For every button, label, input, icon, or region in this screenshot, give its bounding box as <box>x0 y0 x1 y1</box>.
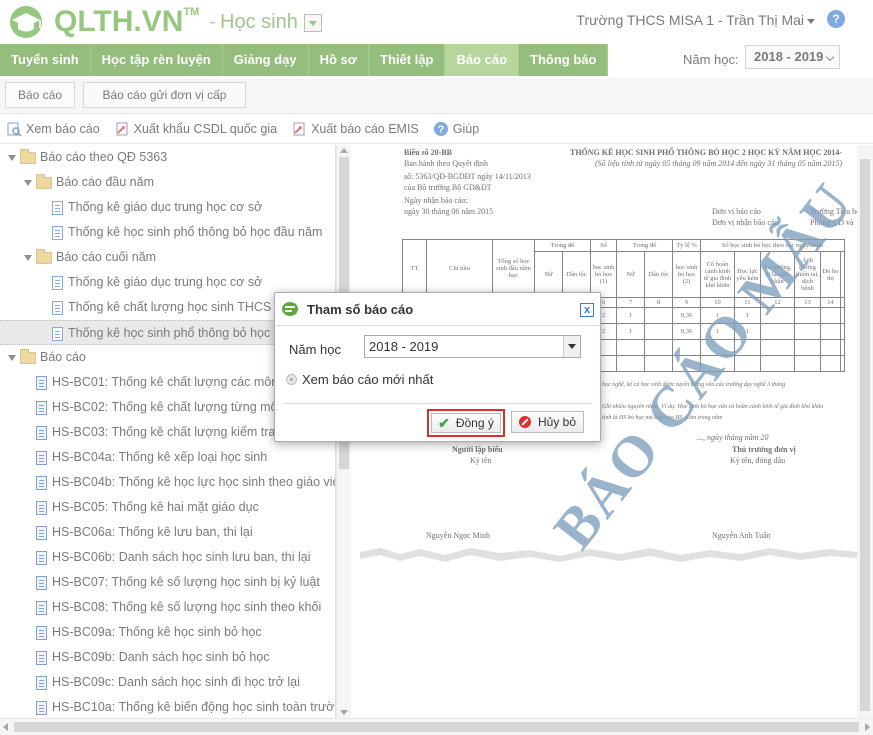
report-params-icon <box>282 302 298 316</box>
cancel-icon <box>518 416 531 428</box>
dialog-divider <box>283 403 593 404</box>
year-field-label: Năm học <box>289 342 342 357</box>
radio-icon[interactable] <box>286 374 297 385</box>
dialog-title: Tham số báo cáo <box>307 301 414 317</box>
year-dropdown-value: 2018 - 2019 <box>369 339 439 354</box>
latest-report-radio[interactable]: Xem báo cáo mới nhất <box>286 372 433 387</box>
year-dropdown[interactable]: 2018 - 2019 <box>364 335 581 358</box>
ok-button-inner[interactable]: ✔ Đồng ý <box>431 413 501 433</box>
ok-button[interactable]: ✔ Đồng ý <box>427 409 505 437</box>
dialog-header: Tham số báo cáo <box>275 293 600 326</box>
latest-report-label: Xem báo cáo mới nhất <box>302 372 434 387</box>
checkmark-icon: ✔ <box>438 414 450 431</box>
cancel-button[interactable]: Hủy bỏ <box>511 411 584 433</box>
report-params-dialog: Tham số báo cáo x Năm học 2018 - 2019 Xe… <box>274 292 601 442</box>
chevron-down-icon[interactable] <box>563 336 580 357</box>
close-icon[interactable]: x <box>580 303 594 317</box>
ok-label: Đồng ý <box>455 416 494 430</box>
cancel-label: Hủy bỏ <box>537 415 577 429</box>
